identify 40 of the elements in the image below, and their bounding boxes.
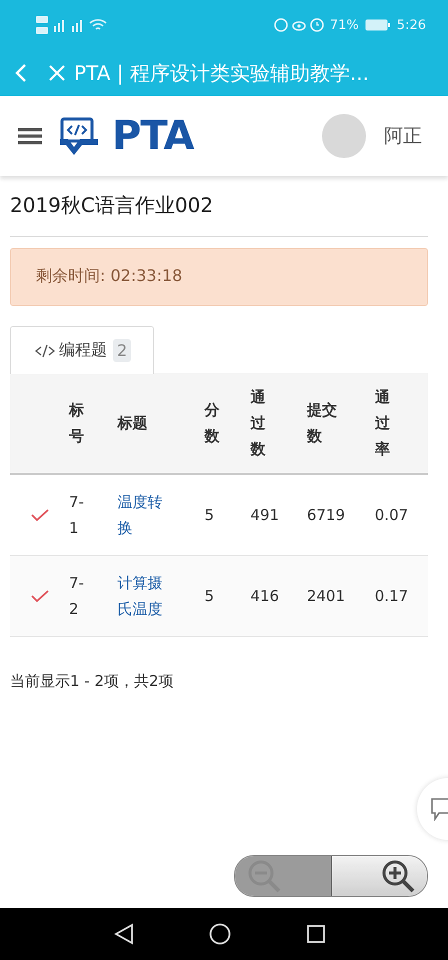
column-header: 分数 <box>204 400 220 447</box>
logo-icon <box>60 117 100 155</box>
pagination-info: 当前显示1 - 2项，共2项 <box>10 672 175 691</box>
tab[interactable]: 编程题 2 <box>10 326 154 374</box>
zoom-in-icon <box>381 859 415 893</box>
count-badge: 2 <box>113 339 132 362</box>
column-header: 标题 <box>117 413 148 434</box>
column-header: 通过率 <box>374 387 391 460</box>
menu-icon[interactable] <box>18 127 42 145</box>
zoom-in-button[interactable] <box>332 856 427 896</box>
column-header: 通过数 <box>250 387 266 460</box>
problem-link[interactable]: 温度转换 <box>117 489 172 541</box>
back-icon[interactable] <box>114 923 134 945</box>
table-cell-text: 6719 <box>306 505 346 526</box>
battery-icon <box>364 19 391 31</box>
assignment-title: 2019秋C语言作业002 <box>10 176 428 237</box>
page-title: PTA | 程序设计类实验辅助教学... <box>74 60 369 86</box>
table-cell-text: 0.07 <box>374 505 410 526</box>
column-header: 标号 <box>69 400 85 447</box>
table-cell-text: 2401 <box>306 586 346 607</box>
table-cell-text: 491 <box>250 505 280 526</box>
table-cell-text: 0.17 <box>374 586 410 607</box>
remaining-time-alert: 剩余时间: 02:33:18 <box>10 248 428 306</box>
pta-logo[interactable]: PTA <box>112 113 194 159</box>
problem-link[interactable]: 计算摄氏温度 <box>117 570 172 622</box>
speech-bubble-icon <box>431 797 448 821</box>
table-cell-text: 5 <box>204 505 215 526</box>
table-cell-text: 7-2 <box>69 573 85 620</box>
battery-percent: 71% <box>330 18 359 32</box>
column-header: 提交数 <box>306 400 338 447</box>
recent-apps-icon[interactable] <box>306 924 326 944</box>
user-name[interactable]: 阿正 <box>384 123 422 149</box>
code-icon <box>35 344 55 358</box>
table-cell-text: 416 <box>250 586 280 607</box>
clock-time: 5:26 <box>396 18 426 32</box>
home-icon[interactable] <box>209 923 231 945</box>
table-cell-text: 7-1 <box>69 492 85 539</box>
zoom-out-icon <box>247 859 281 893</box>
table-cell-text: 5 <box>204 586 215 607</box>
status-icons <box>274 17 324 33</box>
